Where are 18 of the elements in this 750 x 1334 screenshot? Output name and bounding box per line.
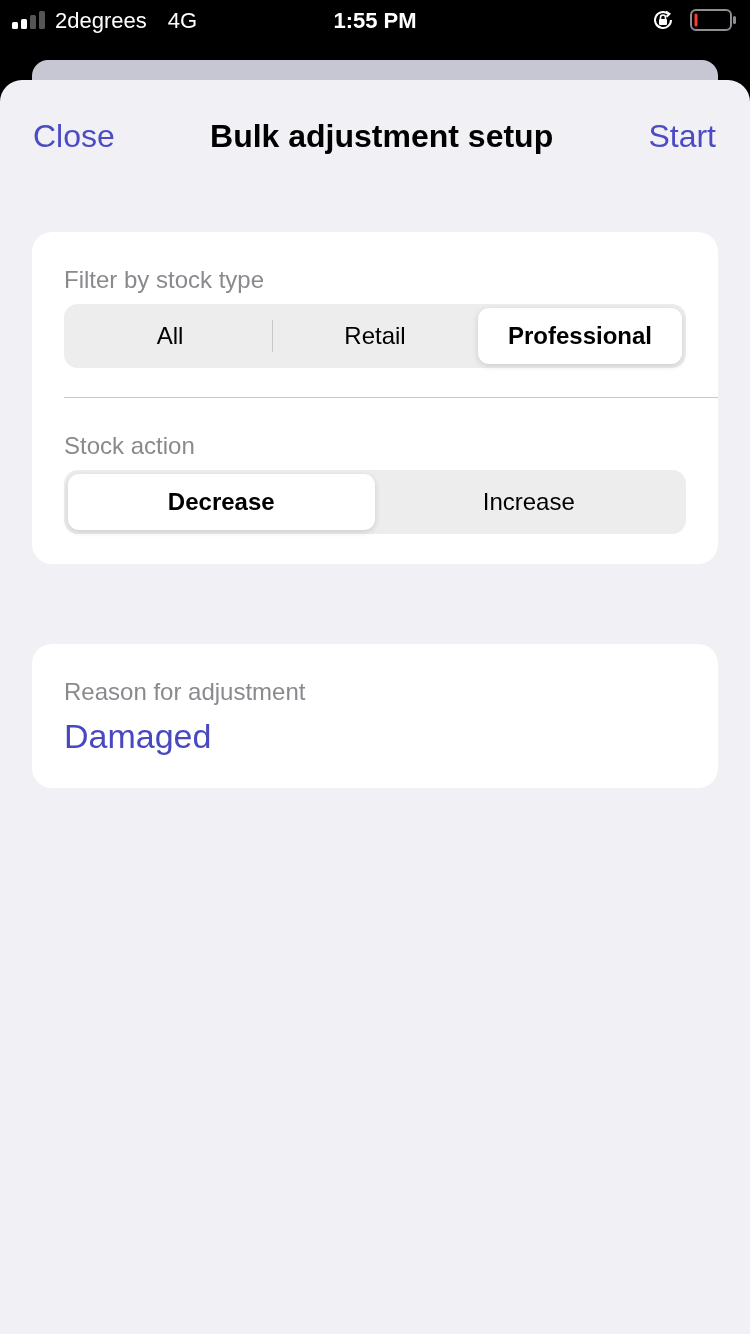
sheet-title: Bulk adjustment setup bbox=[210, 117, 554, 156]
reason-label: Reason for adjustment bbox=[64, 678, 306, 706]
segment-tab[interactable]: All bbox=[68, 308, 272, 364]
signal-strength-icon bbox=[12, 11, 46, 29]
reason-value[interactable]: Damaged bbox=[64, 716, 212, 756]
segment-tab[interactable]: Increase bbox=[375, 474, 682, 530]
start-button[interactable]: Start bbox=[648, 112, 716, 160]
segment-tab[interactable]: Decrease bbox=[68, 474, 375, 530]
segment-tab[interactable]: Professional bbox=[478, 308, 682, 364]
section-label: Stock action bbox=[64, 432, 196, 460]
rotation-lock-icon bbox=[652, 9, 674, 31]
battery-icon bbox=[690, 9, 736, 31]
network-type: 4G bbox=[167, 6, 198, 35]
close-button[interactable]: Close bbox=[33, 112, 115, 160]
segment-tab[interactable]: Retail bbox=[273, 308, 477, 364]
section-label: Filter by stock type bbox=[64, 266, 266, 294]
carrier-name: 2degrees bbox=[55, 6, 147, 35]
clock-time: 1:55 PM bbox=[333, 6, 417, 35]
